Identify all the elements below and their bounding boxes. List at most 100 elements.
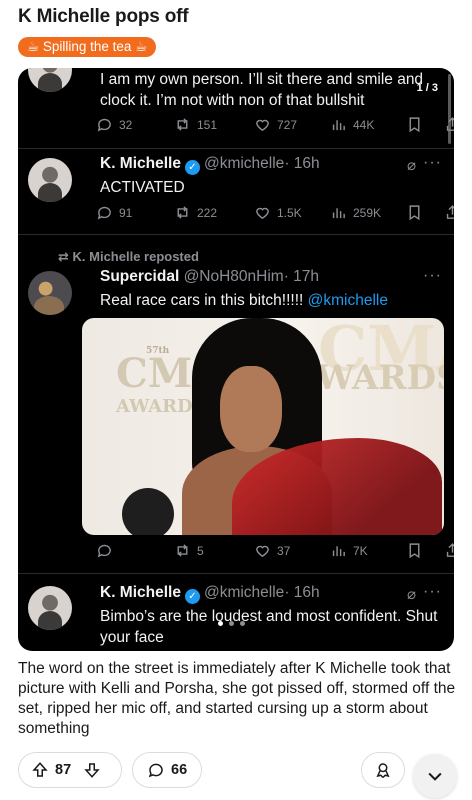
comment-icon: [148, 763, 163, 778]
reply-count: 91: [119, 205, 133, 220]
tweet-photo[interactable]: CMA 57th AWARDS CMA WARDS: [82, 318, 444, 535]
like-icon: [256, 119, 269, 132]
bookmark-button[interactable]: [406, 116, 423, 133]
reply-button[interactable]: 91: [96, 204, 132, 221]
tweet-actions: 32 151 727 44K: [96, 116, 454, 136]
scroll-down-button[interactable]: [413, 754, 457, 798]
repost-count: 151: [197, 117, 218, 132]
pagination-dot[interactable]: [240, 621, 245, 626]
share-button[interactable]: [444, 116, 454, 133]
verified-icon: ✓: [184, 589, 200, 604]
reply-button[interactable]: 32: [96, 116, 132, 133]
reply-icon: [97, 118, 111, 132]
tweet-text: I am my own person. I’ll sit there and s…: [100, 71, 424, 109]
award-button[interactable]: [361, 752, 405, 788]
share-icon: [446, 205, 454, 219]
gallery-pagination[interactable]: [218, 621, 245, 626]
tweet-actions: 5 37 7K: [96, 542, 454, 562]
grok-icon[interactable]: ⌀: [407, 156, 416, 174]
tweet-actions: 91 222 1.5K 259K: [96, 204, 454, 224]
author-name[interactable]: Supercidal: [100, 268, 179, 285]
tweet-text: Bimbo’s are the loudest and most confide…: [100, 608, 438, 646]
views-icon: [332, 120, 345, 131]
bookmark-icon: [409, 543, 420, 559]
repost-button[interactable]: 222: [174, 204, 217, 221]
views-icon: [332, 208, 345, 219]
post-body: The word on the street is immediately af…: [18, 660, 456, 737]
repost-icon: [177, 544, 188, 557]
comments-button[interactable]: 66: [132, 752, 202, 788]
avatar: [28, 158, 72, 202]
author-handle[interactable]: @kmichelle: [204, 155, 284, 172]
flair-badge[interactable]: ☕ Spilling the tea ☕: [18, 37, 157, 57]
views-button[interactable]: 7K: [330, 542, 368, 559]
reply-icon: [97, 544, 111, 558]
tweet-text-body: Real race cars in this bitch!!!!!: [100, 292, 308, 309]
avatar: [28, 271, 72, 315]
divider: [18, 573, 454, 574]
like-button[interactable]: 37: [254, 542, 290, 559]
tweet-text: Real race cars in this bitch!!!!! @kmich…: [100, 290, 388, 311]
views-count: 7K: [353, 543, 368, 558]
photo-shape: [220, 366, 282, 452]
author-handle[interactable]: @NoH80nHim: [184, 268, 284, 285]
divider: [18, 148, 454, 149]
upvote-icon[interactable]: [31, 761, 49, 779]
bookmark-button[interactable]: [406, 542, 423, 559]
chevron-down-icon: [428, 772, 442, 781]
gallery-counter: 1 / 3: [416, 82, 438, 94]
like-count: 727: [277, 117, 298, 132]
reply-count: 32: [119, 117, 133, 132]
share-button[interactable]: [444, 204, 454, 221]
views-count: 259K: [353, 205, 382, 220]
image-gallery[interactable]: 1 / 3 I am my own person. I’ll sit there…: [18, 68, 454, 651]
divider: [18, 234, 454, 235]
share-icon: [446, 543, 454, 557]
mention-link[interactable]: @kmichelle: [308, 292, 388, 309]
bookmark-icon: [409, 117, 420, 133]
repost-indicator: ⇄ K. Michelle reposted: [58, 249, 199, 265]
bookmark-button[interactable]: [406, 204, 423, 221]
photo-shape: [122, 488, 174, 535]
share-button[interactable]: [444, 542, 454, 559]
tweet-header: K. Michelle ✓ @kmichelle· 16h: [100, 155, 320, 175]
tweet-time: · 17h: [283, 268, 320, 285]
views-icon: [332, 546, 345, 557]
repost-button[interactable]: 5: [174, 542, 204, 559]
tweet-text: ACTIVATED: [100, 179, 185, 196]
author-name[interactable]: K. Michelle: [100, 155, 181, 172]
author-handle[interactable]: @kmichelle: [204, 584, 284, 601]
author-name[interactable]: K. Michelle: [100, 584, 181, 601]
vote-pill: 87: [18, 752, 122, 788]
repost-icon: [177, 118, 188, 131]
pagination-dot[interactable]: [218, 621, 223, 626]
avatar: [28, 586, 72, 630]
photo-text: WARDS: [316, 358, 444, 398]
tweet-header: Supercidal @NoH80nHim· 17h: [100, 268, 319, 286]
like-icon: [256, 545, 269, 558]
share-icon: [446, 117, 454, 131]
bookmark-icon: [409, 205, 420, 221]
views-button[interactable]: 44K: [330, 116, 374, 133]
reply-button[interactable]: [96, 542, 119, 559]
repost-label[interactable]: K. Michelle reposted: [73, 249, 199, 264]
more-icon[interactable]: ···: [423, 154, 442, 172]
like-button[interactable]: 727: [254, 116, 297, 133]
more-icon[interactable]: ···: [423, 583, 442, 601]
repost-button[interactable]: 151: [174, 116, 217, 133]
more-icon[interactable]: ···: [423, 267, 442, 285]
grok-icon[interactable]: ⌀: [407, 585, 416, 603]
post-title: K Michelle pops off: [18, 6, 189, 27]
avatar: [28, 68, 72, 92]
repost-icon: [177, 206, 188, 219]
pagination-dot[interactable]: [229, 621, 234, 626]
like-button[interactable]: 1.5K: [254, 204, 302, 221]
views-button[interactable]: 259K: [330, 204, 381, 221]
award-icon: [376, 763, 390, 779]
verified-icon: ✓: [184, 160, 200, 175]
downvote-icon[interactable]: [83, 761, 101, 779]
like-count: 1.5K: [277, 205, 302, 220]
tweet-time: · 16h: [284, 155, 320, 172]
tweet-header: K. Michelle ✓ @kmichelle· 16h: [100, 584, 320, 604]
repost-count: 5: [197, 543, 204, 558]
